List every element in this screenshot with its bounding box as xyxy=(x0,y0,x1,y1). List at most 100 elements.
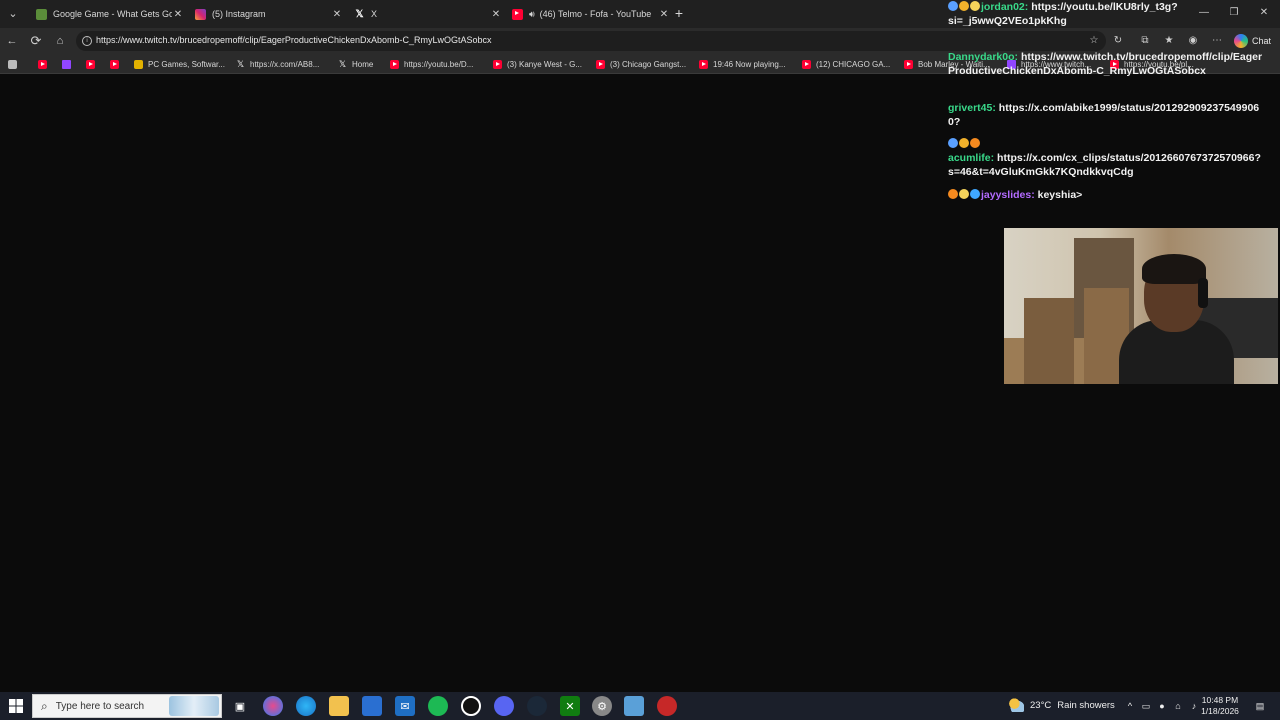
outlook-icon[interactable]: ✉ xyxy=(395,696,415,716)
windows-start-icon[interactable] xyxy=(6,696,26,716)
headset xyxy=(1198,278,1208,308)
bookmark-item[interactable]: 𝕏 Home xyxy=(338,57,373,71)
chat-username: grivert45: xyxy=(948,102,996,114)
microsoft-store-icon[interactable] xyxy=(362,696,382,716)
favorite-star-icon[interactable]: ☆ xyxy=(1087,34,1101,48)
chat-username: jordan02: xyxy=(981,1,1029,13)
taskbar-search[interactable]: ⌕ xyxy=(32,694,222,718)
steam-taskbar-icon[interactable] xyxy=(527,696,547,716)
close-tab-icon[interactable]: ✕ xyxy=(331,9,343,20)
sword-badge-icon xyxy=(948,1,958,11)
reload-icon[interactable]: ⟳ xyxy=(28,33,44,49)
smiley-badge-icon xyxy=(959,189,969,199)
back-icon[interactable]: ← xyxy=(4,33,20,49)
search-icon: ⌕ xyxy=(41,698,48,713)
bookmarks-toggle-icon[interactable] xyxy=(8,57,22,71)
tab-title: Google Game - What Gets Google xyxy=(53,9,172,19)
bookmark-item[interactable]: https://youtu.be/D... xyxy=(390,57,473,71)
weather-text: Rain showers xyxy=(1057,699,1115,711)
bookmark-item[interactable] xyxy=(86,57,100,71)
x-icon: 𝕏 xyxy=(236,58,245,69)
bookmark-label: Home xyxy=(352,59,374,69)
favorites-icon[interactable]: ★ xyxy=(1162,34,1176,48)
tab-title: (46) Telmo - Fofa - YouTube xyxy=(539,9,652,19)
youtube-icon xyxy=(38,59,47,69)
show-hidden-icons-icon[interactable]: ^ xyxy=(1124,700,1136,712)
copilot-icon xyxy=(1234,34,1248,48)
bookmark-item[interactable]: (3) Kanye West - G... xyxy=(493,57,582,71)
system-clock[interactable]: 10:48 PM 1/18/2026 xyxy=(1200,695,1240,717)
youtube-icon xyxy=(390,59,399,69)
search-input[interactable] xyxy=(55,700,166,712)
tab-google-game[interactable]: Google Game - What Gets Google ✕ xyxy=(30,4,184,24)
split-screen-icon[interactable]: ⧉ xyxy=(1138,34,1152,48)
site-info-icon[interactable]: i xyxy=(82,36,92,46)
search-highlight-image xyxy=(169,696,219,716)
volume-icon[interactable]: ♪ xyxy=(1188,700,1200,712)
close-tab-icon[interactable]: ✕ xyxy=(172,9,184,20)
tab-youtube[interactable]: 🔊︎ (46) Telmo - Fofa - YouTube ✕ xyxy=(506,4,670,24)
tab-instagram[interactable]: (5) Instagram ✕ xyxy=(189,4,343,24)
settings-icon[interactable]: ⚙ xyxy=(592,696,612,716)
youtube-icon xyxy=(110,59,119,69)
weather-icon xyxy=(1008,698,1024,712)
bookmark-item[interactable]: 19:46 Now playing... xyxy=(699,57,786,71)
chat-text: keyshia> xyxy=(1037,189,1083,201)
clock-date: 1/18/2026 xyxy=(1201,706,1239,716)
youtube-icon xyxy=(512,8,523,20)
bookmark-item[interactable]: 𝕏https://x.com/AB8... xyxy=(236,57,320,71)
url-text[interactable]: https://www.twitch.tv/brucedropemoff/cli… xyxy=(96,35,492,45)
home-icon[interactable]: ⌂ xyxy=(52,33,68,49)
battery-icon[interactable]: ▭ xyxy=(1140,700,1152,712)
file-explorer-icon[interactable] xyxy=(329,696,349,716)
app-pen-icon[interactable] xyxy=(624,696,644,716)
discord-icon[interactable] xyxy=(494,696,514,716)
streamer-webcam xyxy=(1004,228,1278,384)
x-icon: 𝕏 xyxy=(355,8,364,20)
address-bar[interactable]: i https://www.twitch.tv/brucedropemoff/c… xyxy=(76,31,1106,51)
bookmark-label: PC Games, Softwar... xyxy=(148,59,225,69)
copilot-chat-button[interactable]: Chat xyxy=(1234,32,1271,50)
tab-actions-menu-icon[interactable]: ⌄ xyxy=(4,5,22,23)
tab-list-icon xyxy=(8,59,17,69)
notifications-icon[interactable]: ▤ xyxy=(1254,700,1266,712)
bookmark-label: (3) Kanye West - G... xyxy=(507,59,582,69)
bookmark-item[interactable]: (3) Chicago Gangst... xyxy=(596,57,686,71)
number-badge-icon xyxy=(948,189,958,199)
roblox-icon[interactable] xyxy=(657,696,677,716)
network-icon[interactable]: ⌂ xyxy=(1172,700,1184,712)
profile-icon[interactable]: ◉ xyxy=(1186,34,1200,48)
chat-text: 0? xyxy=(948,116,961,128)
chat-text: https://x.com/abike1999/status/201292909… xyxy=(998,102,1260,114)
bookmark-item[interactable]: PC Games, Softwar... xyxy=(134,57,225,71)
media-player-icon[interactable] xyxy=(461,696,481,716)
x-icon: 𝕏 xyxy=(338,58,347,69)
more-options-icon[interactable]: ⋯ xyxy=(1210,34,1224,48)
chat-username: acumlife: xyxy=(948,152,995,164)
weather-temp: 23°C xyxy=(1030,699,1052,711)
game-icon xyxy=(36,8,47,20)
new-tab-button[interactable]: + xyxy=(671,4,687,22)
weather-widget[interactable]: 23°C Rain showers xyxy=(1008,698,1115,712)
chat-message: jordan02: https://youtu.be/lKU8rly_t3g? … xyxy=(948,0,1276,28)
bookmark-item[interactable] xyxy=(38,57,52,71)
close-tab-icon[interactable]: ✕ xyxy=(658,9,670,20)
edge-browser-icon[interactable] xyxy=(296,696,316,716)
bookmark-label: (3) Chicago Gangst... xyxy=(610,59,687,69)
spotify-icon[interactable] xyxy=(428,696,448,716)
microphone-icon[interactable]: ● xyxy=(1156,700,1168,712)
xbox-icon[interactable]: ✕ xyxy=(560,696,580,716)
chat-label: Chat xyxy=(1252,36,1272,46)
speaker-icon[interactable]: 🔊︎ xyxy=(529,9,535,20)
close-tab-icon[interactable]: ✕ xyxy=(490,9,502,20)
refresh-extension-icon[interactable]: ↻ xyxy=(1111,34,1125,48)
tab-x[interactable]: 𝕏 X ✕ xyxy=(348,4,502,24)
task-view-icon[interactable]: ▣ xyxy=(230,696,250,716)
bookmark-item[interactable]: (12) CHICAGO GA... xyxy=(802,57,890,71)
crown-badge-icon xyxy=(959,138,969,148)
bookmark-item[interactable] xyxy=(110,57,124,71)
bookmark-item[interactable] xyxy=(62,57,76,71)
windows-taskbar: ⌕ ▣ ✉ ✕ ⚙ 23°C Rain showers ^ ▭ ● ⌂ ♪ 10… xyxy=(0,692,1280,720)
copilot-taskbar-icon[interactable] xyxy=(263,696,283,716)
twitch-icon xyxy=(62,59,71,69)
